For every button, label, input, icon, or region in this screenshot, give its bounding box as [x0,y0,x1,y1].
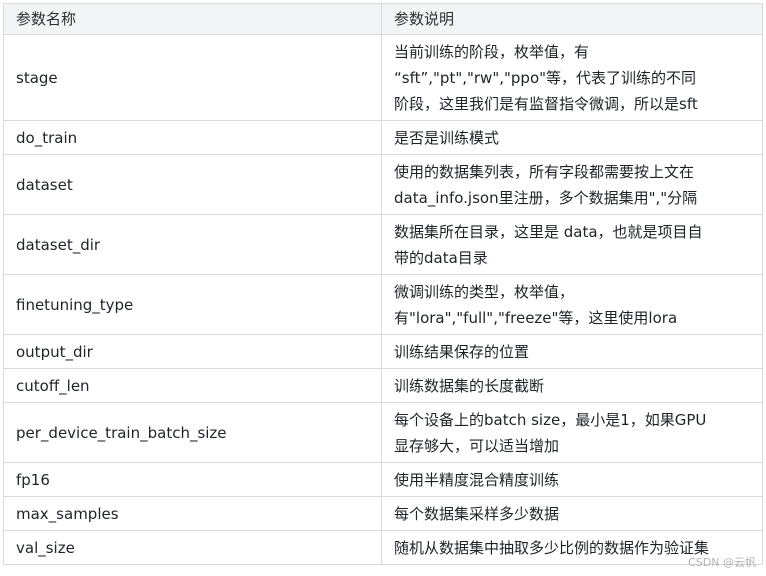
param-name-cell: stage [3,34,382,121]
param-desc-cell: 使用的数据集列表，所有字段都需要按上文在 data_info.json里注册，多… [381,154,763,215]
param-name-cell: do_train [3,120,382,155]
parameters-table: 参数名称 参数说明 stage 当前训练的阶段，枚举值，有 “sft”,"pt"… [3,3,763,565]
table-row: do_train 是否是训练模式 [3,120,763,155]
table-row: dataset_dir 数据集所在目录，这里是 data，也就是项目自 带的da… [3,214,763,275]
param-desc-cell: 训练数据集的长度截断 [381,368,763,403]
param-name-cell: finetuning_type [3,274,382,335]
param-name-cell: fp16 [3,462,382,497]
param-desc-cell: 微调训练的类型，枚举值， 有"lora","full","freeze"等，这里… [381,274,763,335]
table-row: val_size 随机从数据集中抽取多少比例的数据作为验证集 [3,530,763,565]
param-desc-cell: 使用半精度混合精度训练 [381,462,763,497]
param-name-cell: per_device_train_batch_size [3,402,382,463]
param-desc-cell: 训练结果保存的位置 [381,334,763,369]
param-desc-cell: 当前训练的阶段，枚举值，有 “sft”,"pt","rw","ppo"等，代表了… [381,34,763,121]
table-row: dataset 使用的数据集列表，所有字段都需要按上文在 data_info.j… [3,154,763,215]
table-header-row: 参数名称 参数说明 [3,3,763,35]
param-name-cell: dataset_dir [3,214,382,275]
header-param-desc: 参数说明 [381,3,763,35]
param-desc-cell: 每个数据集采样多少数据 [381,496,763,531]
table-row: output_dir 训练结果保存的位置 [3,334,763,369]
param-name-cell: dataset [3,154,382,215]
param-name-cell: cutoff_len [3,368,382,403]
param-desc-cell: 每个设备上的batch size，最小是1，如果GPU 显存够大，可以适当增加 [381,402,763,463]
table-row: per_device_train_batch_size 每个设备上的batch … [3,402,763,463]
header-param-name: 参数名称 [3,3,382,35]
param-desc-cell: 随机从数据集中抽取多少比例的数据作为验证集 [381,530,763,565]
param-name-cell: output_dir [3,334,382,369]
table-row: finetuning_type 微调训练的类型，枚举值， 有"lora","fu… [3,274,763,335]
table-row: fp16 使用半精度混合精度训练 [3,462,763,497]
table-row: cutoff_len 训练数据集的长度截断 [3,368,763,403]
table-row: max_samples 每个数据集采样多少数据 [3,496,763,531]
table-row: stage 当前训练的阶段，枚举值，有 “sft”,"pt","rw","ppo… [3,34,763,121]
param-desc-cell: 数据集所在目录，这里是 data，也就是项目自 带的data目录 [381,214,763,275]
param-name-cell: max_samples [3,496,382,531]
param-name-cell: val_size [3,530,382,565]
param-desc-cell: 是否是训练模式 [381,120,763,155]
